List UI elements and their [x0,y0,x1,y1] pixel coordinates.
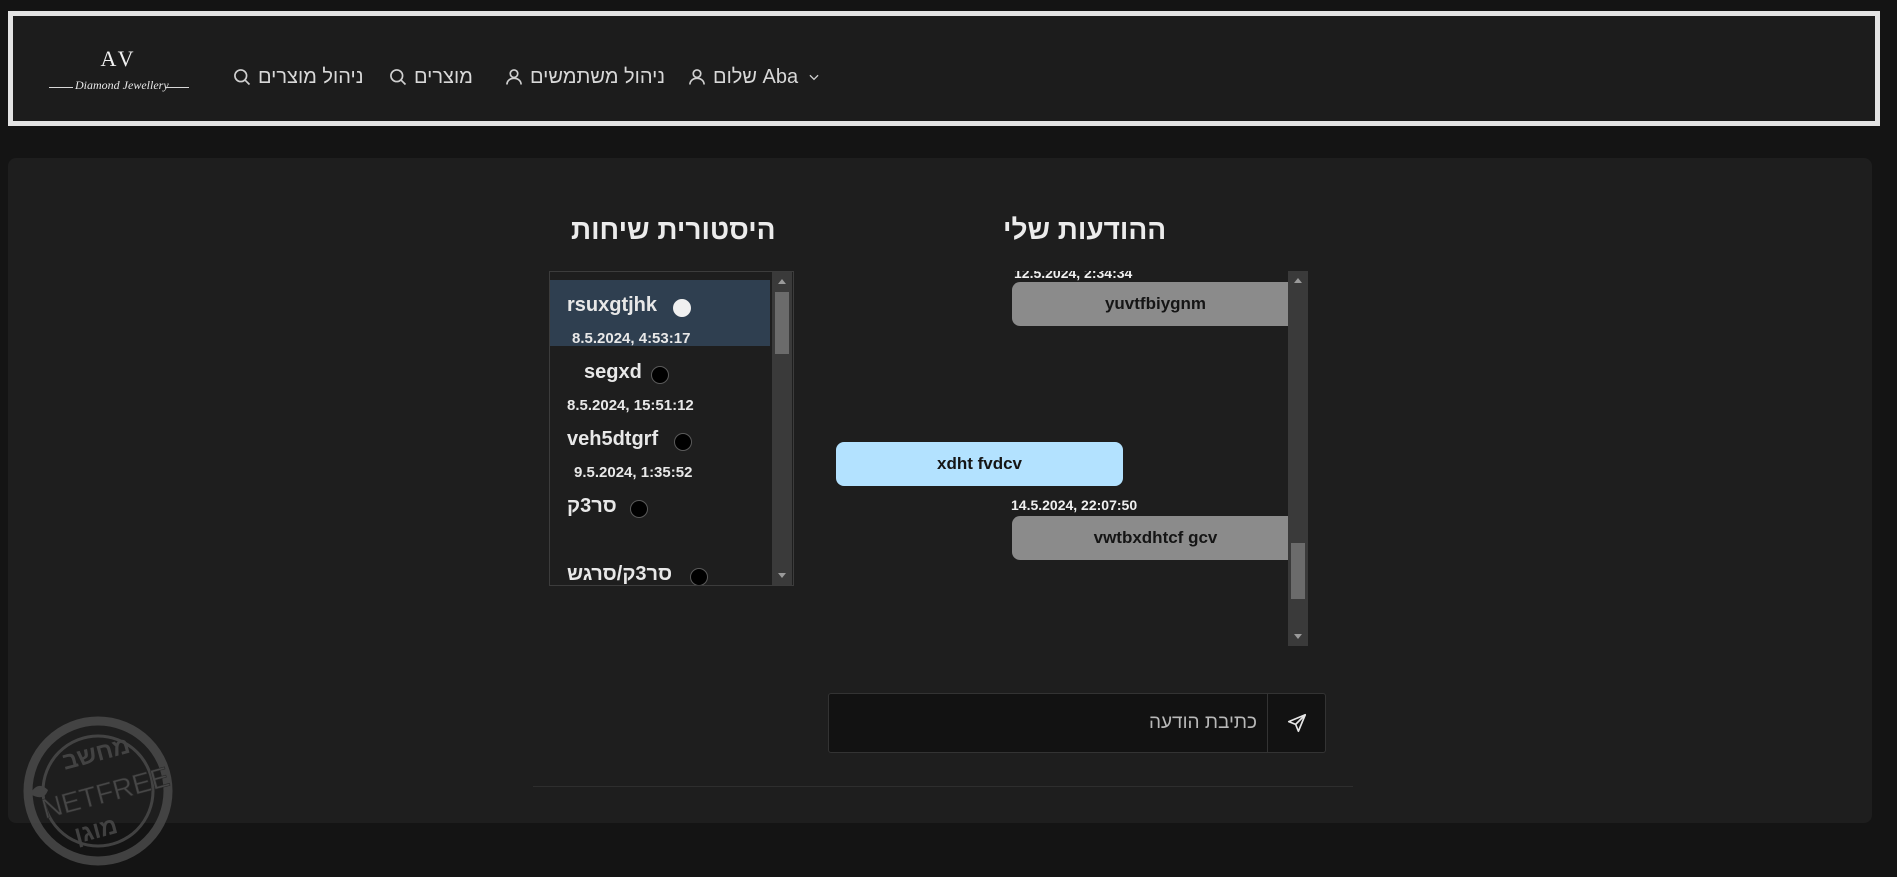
message-input[interactable] [829,694,1267,752]
history-title: היסטורית שיחות [571,214,776,245]
stamp-top-text: מחשב [59,732,133,776]
message-bubble-received: vwtbxdhtcf gcv [1012,516,1299,560]
brand-logo[interactable]: AV Diamond Jewellery [49,46,189,98]
message-compose-bar [828,693,1326,753]
user-icon [506,69,522,85]
logo-line-right [165,87,189,88]
send-button[interactable] [1267,694,1326,752]
chevron-down-icon [809,74,819,81]
scroll-down-arrow-icon[interactable] [778,573,786,578]
conversation-date: 8.5.2024, 15:51:12 [567,397,694,414]
conversation-item[interactable]: סר3ק/סרגש [550,549,770,585]
logo-line-left [49,87,73,88]
nav-user-menu[interactable]: שלום Aba [687,63,821,91]
messages-title: ההודעות שלי [1003,214,1167,245]
scrollbar-thumb[interactable] [1291,543,1305,599]
nav-label: מוצרים [414,65,473,88]
logo-script: Diamond Jewellery [75,78,169,92]
message-area[interactable]: 12.5.2024, 2:34:34 yuvtfbiygnm xdht fvdc… [828,271,1308,646]
message-bubble-sent: xdht fvdcv [836,442,1123,486]
conversation-item[interactable]: סר3ק [550,481,770,547]
offline-status-dot [690,568,708,585]
conversation-list[interactable]: rsuxgtjhk 8.5.2024, 4:53:17 segxd 8.5.20… [549,271,794,586]
conversation-item[interactable]: segxd 8.5.2024, 15:51:12 [550,347,770,414]
search-icon [390,69,407,86]
nav-label: שלום Aba [713,65,799,88]
conversation-name: segxd [584,361,642,383]
message-bubble-received: yuvtfbiygnm [1012,282,1299,326]
conversation-name: סר3ק [567,495,617,517]
conversation-item[interactable]: rsuxgtjhk 8.5.2024, 4:53:17 [550,280,770,347]
scrollbar-thumb[interactable] [775,292,789,354]
nav-user-management[interactable]: ניהול משתמשים [504,63,665,91]
user-icon [689,69,705,85]
logo-letters: AV [100,46,138,71]
nav-products[interactable]: מוצרים [388,63,473,91]
chat-panel: היסטורית שיחות ההודעות שלי rsuxgtjhk 8.5… [8,158,1872,823]
offline-status-dot [651,366,669,384]
conversation-item[interactable]: veh5dtgrf 9.5.2024, 1:35:52 [550,414,770,481]
conversation-date: 9.5.2024, 1:35:52 [574,464,693,481]
nav-label: ניהול משתמשים [530,65,666,88]
conversation-list-scrollbar[interactable] [772,272,792,585]
scroll-down-arrow-icon[interactable] [1294,634,1302,639]
conversation-name: veh5dtgrf [567,428,659,450]
message-timestamp: 14.5.2024, 22:07:50 [1011,497,1138,513]
search-icon [234,69,251,86]
top-navbar: AV Diamond Jewellery ניהול מוצרים מוצרים… [8,11,1880,126]
nav-label: ניהול מוצרים [258,65,364,88]
message-timestamp: 12.5.2024, 2:34:34 [1014,271,1133,281]
conversation-name: סר3ק/סרגש [567,563,673,585]
conversation-date: 8.5.2024, 4:53:17 [572,330,691,347]
offline-status-dot [630,500,648,518]
netfree-stamp-logo: מחשב NETFREE מוגן [23,716,173,866]
online-status-dot [673,299,691,317]
offline-status-dot [674,433,692,451]
panel-divider [533,786,1353,787]
scroll-up-arrow-icon[interactable] [778,279,786,284]
nav-product-management[interactable]: ניהול מוצרים [232,63,363,91]
send-icon [1287,713,1307,733]
conversation-name: rsuxgtjhk [567,294,658,316]
scroll-up-arrow-icon[interactable] [1294,278,1302,283]
message-area-scrollbar[interactable] [1288,271,1308,646]
